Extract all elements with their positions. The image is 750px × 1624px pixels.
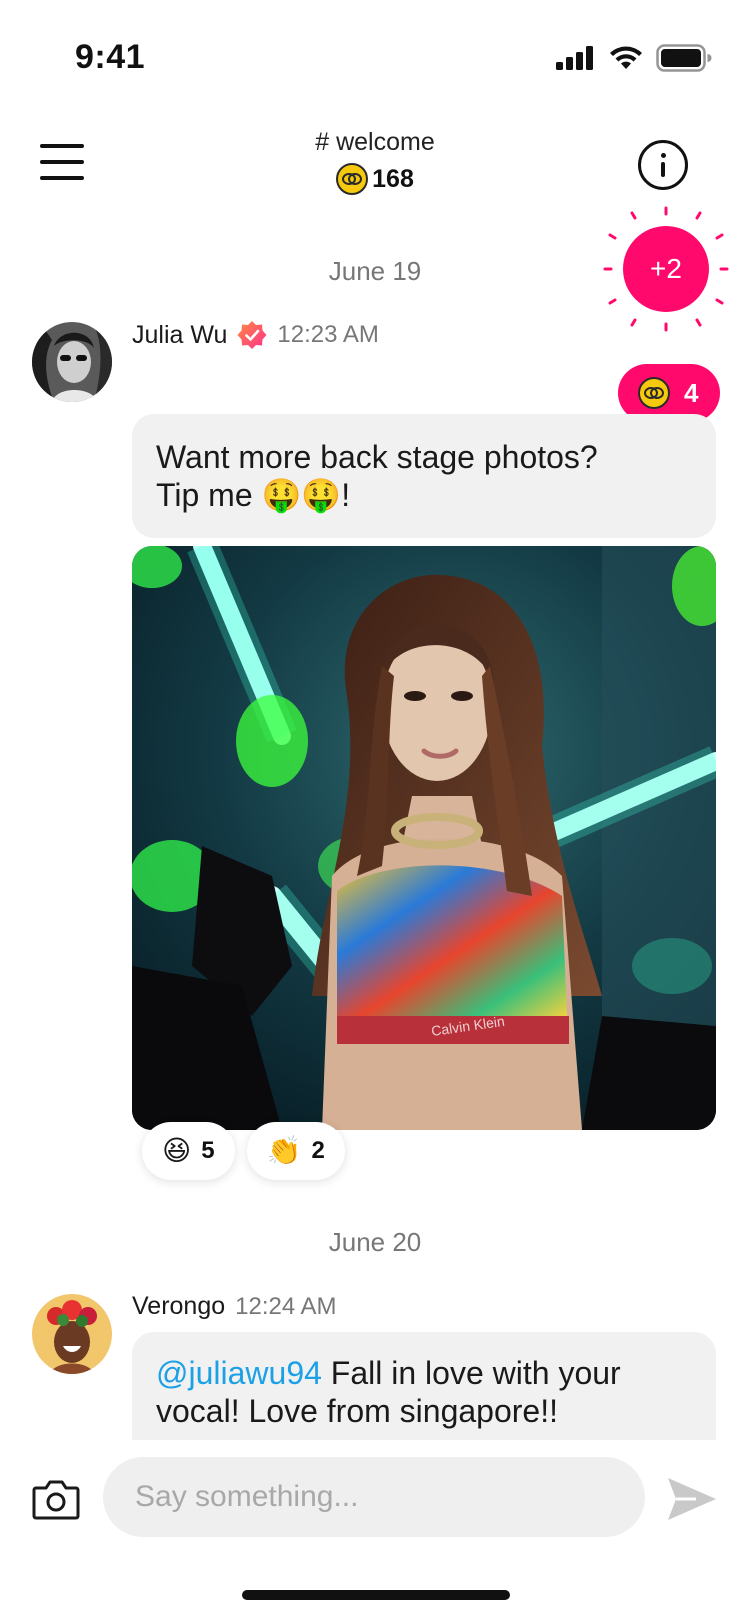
message-time: 12:24 AM — [235, 1292, 337, 1320]
message-text-line: vocal! Love from singapore!! — [156, 1393, 558, 1429]
message-meta: Julia Wu 12:23 AM — [132, 320, 379, 350]
date-separator: June 20 — [328, 1227, 422, 1257]
coin-icon — [336, 163, 369, 195]
clapping-emoji-icon: 👏 — [266, 1135, 302, 1166]
message-meta: Verongo 12:24 AM — [132, 1292, 337, 1321]
sender-name: Verongo — [132, 1292, 226, 1320]
reaction-count: 5 — [201, 1137, 215, 1164]
message-composer — [0, 1440, 750, 1560]
home-indicator — [242, 1590, 510, 1600]
wifi-icon — [610, 46, 642, 69]
coin-icon — [638, 377, 670, 409]
reaction-clap[interactable]: 👏 2 — [246, 1122, 345, 1180]
sender-name: Julia Wu — [132, 320, 228, 349]
avatar-verongo[interactable] — [32, 1294, 112, 1374]
date-separator: June 19 — [328, 256, 422, 286]
message-input[interactable] — [103, 1457, 645, 1537]
send-icon[interactable] — [666, 1476, 718, 1522]
camera-icon[interactable] — [32, 1478, 80, 1520]
coin-balance-count: 168 — [372, 164, 414, 193]
signal-icon — [556, 46, 593, 70]
tip-count: 4 — [684, 377, 699, 408]
avatar-julia-wu[interactable] — [32, 322, 112, 402]
status-time: 9:41 — [75, 38, 146, 76]
message-photo[interactable]: Calvin Klein — [132, 546, 716, 1130]
message-text: Fall in love with your — [321, 1355, 621, 1391]
battery-icon — [656, 44, 712, 72]
message-bubble[interactable]: Want more back stage photos? Tip me 🤑🤑! — [132, 414, 716, 538]
laughing-emoji-icon: 😆 — [162, 1135, 192, 1166]
message-text-line: @juliawu94 Fall in love with your — [156, 1354, 692, 1392]
reaction-count: 2 — [311, 1137, 325, 1164]
chat-header: # welcome 168 — [0, 120, 750, 210]
message-time: 12:23 AM — [277, 321, 379, 348]
status-bar: 9:41 — [0, 0, 750, 100]
status-icons — [556, 44, 712, 72]
message-bubble[interactable]: @juliawu94 Fall in love with your vocal!… — [132, 1332, 716, 1442]
info-icon[interactable] — [638, 140, 688, 190]
message-text-line: Want more back stage photos? — [156, 439, 598, 475]
message-text-line: Tip me 🤑🤑! — [156, 477, 351, 513]
reaction-laugh[interactable]: 😆 5 — [142, 1122, 235, 1180]
user-mention[interactable]: @juliawu94 — [156, 1355, 322, 1391]
channel-name: # welcome — [315, 128, 435, 156]
reaction-row: 😆 5 👏 2 — [142, 1122, 345, 1180]
coin-balance: 168 — [336, 163, 414, 195]
verified-badge-icon — [237, 321, 267, 349]
